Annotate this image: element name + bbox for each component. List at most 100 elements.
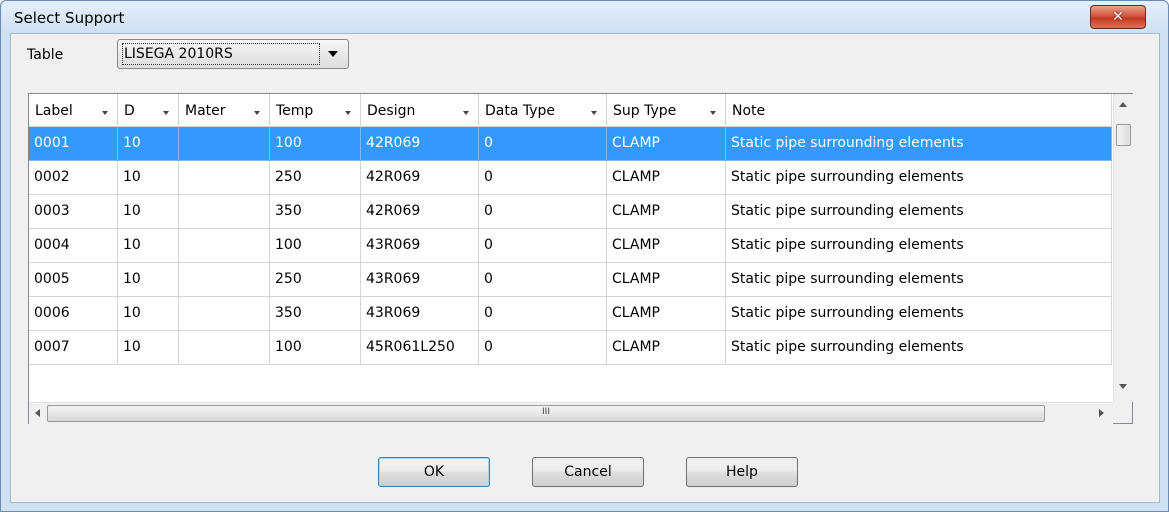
table-cell: 10 <box>118 161 179 195</box>
table-cell: Static pipe surrounding elements <box>726 297 1112 331</box>
table-cell: 350 <box>270 297 361 331</box>
column-header-label: Label <box>35 103 73 119</box>
table-cell: 250 <box>270 161 361 195</box>
table-cell: 0 <box>479 229 607 263</box>
table-cell: CLAMP <box>607 297 726 331</box>
column-header[interactable]: D <box>118 94 179 127</box>
ok-button[interactable]: OK <box>378 457 490 487</box>
table-row[interactable]: 0007 10 100 45R061L250 0 CLAMP Static pipe sur… <box>29 331 1112 365</box>
table-row[interactable]: 0001 10 100 42R069 0 CLAMP Static pipe surroun… <box>29 127 1112 161</box>
table-cell: 10 <box>118 297 179 331</box>
table-cell: 0 <box>479 161 607 195</box>
table-cell: 0001 <box>29 127 118 161</box>
filter-dropdown-icon[interactable] <box>591 111 597 115</box>
table-cell: Static pipe surrounding elements <box>726 127 1112 161</box>
table-cell: CLAMP <box>607 195 726 229</box>
vertical-scrollbar[interactable] <box>1113 94 1133 402</box>
table-cell: 10 <box>118 127 179 161</box>
table-cell: 43R069 <box>361 229 479 263</box>
column-header[interactable]: Design <box>361 94 479 127</box>
column-header-label: Mater <box>185 103 226 119</box>
table-select-value: LISEGA 2010RS <box>122 43 320 65</box>
table-cell: 42R069 <box>361 195 479 229</box>
table-cell: 0006 <box>29 297 118 331</box>
table-cell: Static pipe surrounding elements <box>726 195 1112 229</box>
column-header-label: Data Type <box>485 103 556 119</box>
support-table[interactable]: Label D Mater Temp Design Data Type Sup Type No… <box>28 93 1133 424</box>
table-cell <box>179 263 270 297</box>
filter-dropdown-icon[interactable] <box>345 111 351 115</box>
scroll-right-icon[interactable] <box>1099 409 1104 417</box>
close-icon: ✕ <box>1112 9 1124 25</box>
table-cell: CLAMP <box>607 263 726 297</box>
scroll-grip: III <box>542 407 550 417</box>
table-cell: 0003 <box>29 195 118 229</box>
column-header-label: Note <box>732 103 766 119</box>
filter-dropdown-icon[interactable] <box>463 111 469 115</box>
table-cell: 10 <box>118 229 179 263</box>
table-cell <box>179 161 270 195</box>
table-cell: 0 <box>479 195 607 229</box>
column-header-label: D <box>124 103 135 119</box>
table-row[interactable]: 0005 10 250 43R069 0 CLAMP Static pipe surroun… <box>29 263 1112 297</box>
column-header-label: Temp <box>276 103 314 119</box>
table-cell: 42R069 <box>361 127 479 161</box>
column-header[interactable]: Note <box>726 94 1112 127</box>
table-cell: 42R069 <box>361 161 479 195</box>
table-select[interactable]: LISEGA 2010RS <box>117 39 349 69</box>
scroll-corner <box>1113 402 1132 423</box>
table-row[interactable]: 0004 10 100 43R069 0 CLAMP Static pipe surroun… <box>29 229 1112 263</box>
filter-dropdown-icon[interactable] <box>163 111 169 115</box>
table-cell: 100 <box>270 331 361 365</box>
table-cell: 0007 <box>29 331 118 365</box>
table-cell: 0 <box>479 331 607 365</box>
dialog-title: Select Support <box>14 9 125 27</box>
filter-dropdown-icon[interactable] <box>102 111 108 115</box>
horizontal-scrollbar[interactable]: III <box>29 402 1113 424</box>
filter-dropdown-icon[interactable] <box>710 111 716 115</box>
table-cell: 0 <box>479 297 607 331</box>
scroll-down-icon[interactable] <box>1119 384 1127 389</box>
table-cell <box>179 331 270 365</box>
table-cell <box>179 297 270 331</box>
table-cell <box>179 229 270 263</box>
table-row[interactable]: 0006 10 350 43R069 0 CLAMP Static pipe surroun… <box>29 297 1112 331</box>
column-header-label: Sup Type <box>613 103 677 119</box>
table-cell <box>179 127 270 161</box>
table-cell: 0004 <box>29 229 118 263</box>
help-button[interactable]: Help <box>686 457 798 487</box>
table-row[interactable]: 0003 10 350 42R069 0 CLAMP Static pipe surroun… <box>29 195 1112 229</box>
column-header[interactable]: Temp <box>270 94 361 127</box>
table-cell: Static pipe surrounding elements <box>726 263 1112 297</box>
table-cell: 10 <box>118 263 179 297</box>
scroll-up-icon[interactable] <box>1119 102 1127 107</box>
table-cell: 0 <box>479 127 607 161</box>
cancel-button[interactable]: Cancel <box>532 457 644 487</box>
column-header-label: Design <box>367 103 416 119</box>
table-cell: 100 <box>270 127 361 161</box>
table-cell: CLAMP <box>607 331 726 365</box>
table-cell: 0005 <box>29 263 118 297</box>
table-row[interactable]: 0002 10 250 42R069 0 CLAMP Static pipe surroun… <box>29 161 1112 195</box>
table-cell: Static pipe surrounding elements <box>726 331 1112 365</box>
table-cell: 43R069 <box>361 297 479 331</box>
table-cell: 43R069 <box>361 263 479 297</box>
table-cell <box>179 195 270 229</box>
chevron-down-icon <box>328 51 338 57</box>
column-header[interactable]: Data Type <box>479 94 607 127</box>
column-header[interactable]: Sup Type <box>607 94 726 127</box>
scroll-left-icon[interactable] <box>35 409 40 417</box>
filter-dropdown-icon[interactable] <box>254 111 260 115</box>
table-cell: 250 <box>270 263 361 297</box>
table-cell: 10 <box>118 331 179 365</box>
select-support-dialog: Select Support ✕ Table LISEGA 2010RS Lab… <box>0 0 1169 512</box>
column-header[interactable]: Label <box>29 94 118 127</box>
table-label: Table <box>27 47 64 63</box>
horizontal-scroll-thumb[interactable]: III <box>47 405 1045 422</box>
table-cell: Static pipe surrounding elements <box>726 161 1112 195</box>
column-header[interactable]: Mater <box>179 94 270 127</box>
table-cell: CLAMP <box>607 229 726 263</box>
title-bar[interactable]: Select Support ✕ <box>1 1 1168 33</box>
close-button[interactable]: ✕ <box>1090 5 1146 29</box>
vertical-scroll-thumb[interactable] <box>1116 124 1131 146</box>
